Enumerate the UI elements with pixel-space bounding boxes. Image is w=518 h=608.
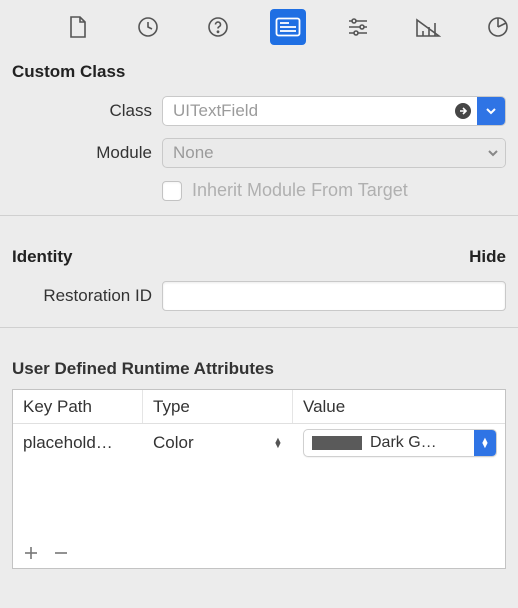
class-row: Class UITextField — [0, 90, 518, 132]
identity-title: Identity — [12, 247, 72, 267]
module-combobox[interactable]: None — [162, 138, 506, 168]
class-dropdown-button[interactable] — [477, 97, 505, 125]
plus-icon — [24, 546, 38, 560]
chevron-down-icon — [485, 105, 497, 117]
custom-class-title: Custom Class — [12, 62, 125, 82]
class-label: Class — [12, 101, 162, 121]
inherit-module-row: Inherit Module From Target — [0, 174, 518, 215]
inspector-panel: Custom Class Class UITextField Module No… — [0, 0, 518, 608]
class-placeholder: UITextField — [163, 97, 449, 125]
udra-section: User Defined Runtime Attributes Key Path… — [0, 351, 518, 569]
identity-header: Identity Hide — [0, 239, 518, 275]
module-placeholder: None — [163, 139, 481, 167]
add-attribute-button[interactable] — [21, 543, 41, 563]
udra-table: Key Path Type Value placehold… Color ▲ ▼ — [12, 389, 506, 569]
custom-class-header: Custom Class — [0, 54, 518, 90]
udra-title: User Defined Runtime Attributes — [12, 351, 506, 389]
file-tab[interactable] — [60, 9, 96, 45]
restoration-id-input[interactable] — [162, 281, 506, 311]
chevron-down-icon — [487, 147, 499, 159]
identity-hide-button[interactable]: Hide — [469, 247, 506, 267]
attributes-icon — [346, 16, 370, 38]
identity-tab[interactable] — [270, 9, 306, 45]
inherit-module-checkbox[interactable] — [162, 181, 182, 201]
arrow-right-icon — [454, 102, 472, 120]
jump-to-definition-button[interactable] — [449, 97, 477, 125]
color-popup-button[interactable]: Dark G… ▲ ▼ — [303, 429, 497, 457]
udra-header-type[interactable]: Type — [143, 390, 293, 423]
identity-icon — [275, 17, 301, 37]
color-swatch — [312, 436, 362, 450]
restoration-id-row: Restoration ID — [0, 275, 518, 327]
history-icon — [136, 15, 160, 39]
udra-footer — [13, 538, 505, 568]
color-value-text: Dark G… — [370, 434, 474, 452]
file-icon — [68, 15, 88, 39]
module-row: Module None — [0, 132, 518, 174]
udra-body: placehold… Color ▲ ▼ Dark G… — [13, 424, 505, 538]
udra-cell-value: Dark G… ▲ ▼ — [293, 429, 505, 457]
restoration-id-label: Restoration ID — [12, 286, 162, 306]
chevron-down-icon: ▼ — [481, 443, 490, 448]
module-dropdown-button[interactable] — [481, 139, 505, 167]
minus-icon — [54, 546, 68, 560]
size-tab[interactable] — [410, 9, 446, 45]
class-combobox[interactable]: UITextField — [162, 96, 506, 126]
inherit-module-label: Inherit Module From Target — [192, 180, 408, 201]
inspector-tab-bar — [0, 0, 518, 54]
divider — [0, 215, 518, 239]
history-tab[interactable] — [130, 9, 166, 45]
help-icon — [206, 15, 230, 39]
help-tab[interactable] — [200, 9, 236, 45]
udra-cell-keypath[interactable]: placehold… — [13, 433, 143, 453]
connections-icon — [486, 15, 510, 39]
type-stepper[interactable]: ▲ ▼ — [269, 432, 287, 454]
table-row[interactable]: placehold… Color ▲ ▼ Dark G… — [13, 424, 505, 462]
divider — [0, 327, 518, 351]
udra-type-text: Color — [153, 433, 194, 453]
remove-attribute-button[interactable] — [51, 543, 71, 563]
udra-header-value[interactable]: Value — [293, 390, 505, 423]
size-icon — [415, 16, 441, 38]
connections-tab[interactable] — [480, 9, 516, 45]
attributes-tab[interactable] — [340, 9, 376, 45]
popup-arrows[interactable]: ▲ ▼ — [474, 430, 496, 456]
udra-cell-type[interactable]: Color ▲ ▼ — [143, 432, 293, 454]
chevron-down-icon: ▼ — [274, 443, 283, 448]
module-label: Module — [12, 143, 162, 163]
udra-header-keypath[interactable]: Key Path — [13, 390, 143, 423]
udra-column-headers: Key Path Type Value — [13, 390, 505, 424]
